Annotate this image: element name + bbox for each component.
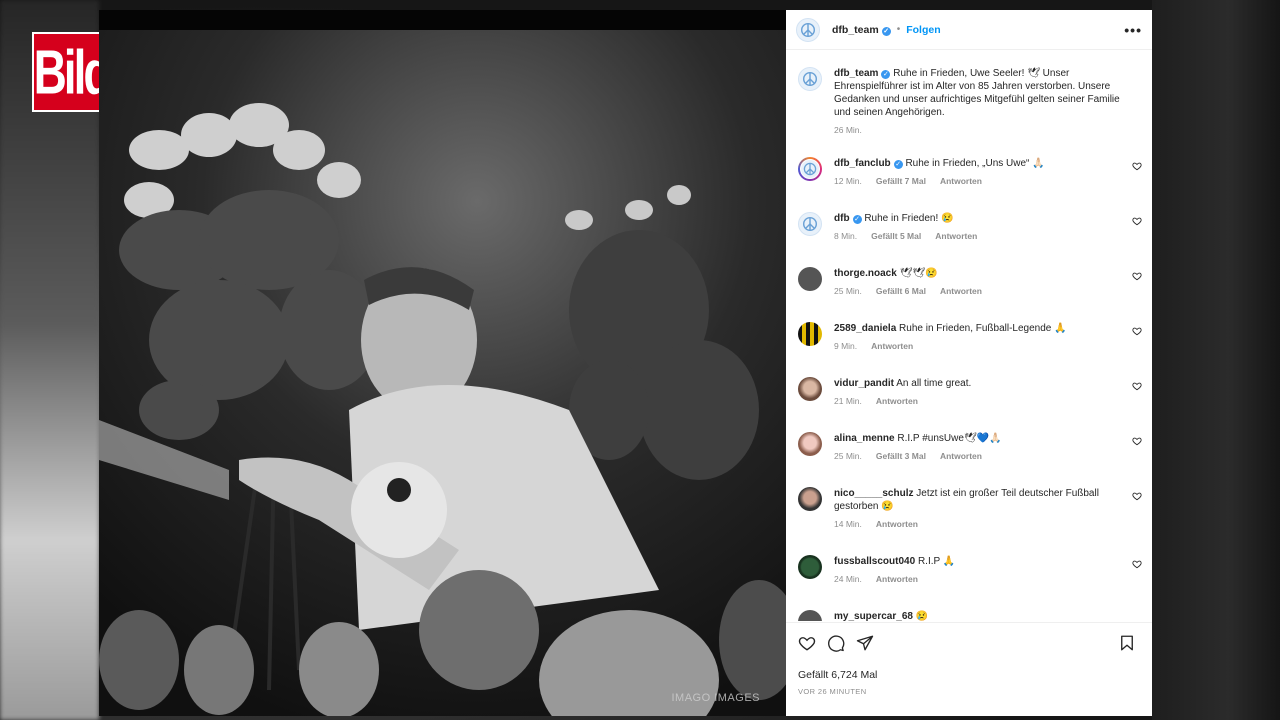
heart-icon[interactable] xyxy=(1132,271,1142,281)
follow-button[interactable]: Folgen xyxy=(906,24,940,36)
action-icon-row xyxy=(798,633,1140,653)
comment-time: 24 Min. xyxy=(834,574,862,584)
separator-dot: • xyxy=(896,24,901,35)
comment-time: 14 Min. xyxy=(834,519,862,529)
comment-item: my_supercar_68 😢 xyxy=(798,610,1142,621)
comment-avatar[interactable] xyxy=(798,322,822,346)
comment-time: 8 Min. xyxy=(834,231,858,241)
post-photo: IMAGO IMAGES xyxy=(99,10,786,716)
bild-logo-text: Bild xyxy=(33,36,112,108)
reply-button[interactable]: Antworten xyxy=(940,451,982,461)
posted-time: VOR 26 MINUTEN xyxy=(798,687,867,696)
comment-text: Ruhe in Frieden! 😢 xyxy=(864,213,954,224)
comment-username[interactable]: thorge.noack xyxy=(834,268,897,279)
comment-avatar[interactable] xyxy=(798,212,822,236)
reply-button[interactable]: Antworten xyxy=(876,574,918,584)
instagram-post-panel: dfb_team ✓ • Folgen ••• dfb_team ✓ Ruhe in… xyxy=(786,10,1152,716)
comment-username[interactable]: alina_menne xyxy=(834,433,895,444)
heart-icon[interactable] xyxy=(1132,161,1142,171)
comment-text: Ruhe in Frieden, Fußball-Legende 🙏 xyxy=(899,323,1067,334)
reply-button[interactable]: Antworten xyxy=(940,286,982,296)
comment-likes[interactable]: Gefällt 3 Mal xyxy=(876,451,926,461)
comment-text: 😢 xyxy=(915,611,929,621)
header-avatar[interactable] xyxy=(796,17,820,42)
reply-button[interactable]: Antworten xyxy=(935,231,977,241)
comment-item: vidur_pandit An all time great. 21 Min. A… xyxy=(798,377,1142,406)
heart-icon[interactable] xyxy=(1132,559,1142,569)
comment-avatar[interactable] xyxy=(798,432,822,456)
comment-time: 9 Min. xyxy=(834,341,858,351)
caption-avatar[interactable] xyxy=(798,67,822,91)
verified-icon: ✓ xyxy=(893,160,903,169)
caption-time: 26 Min. xyxy=(834,125,862,135)
comment-username[interactable]: nico_____schulz xyxy=(834,488,913,499)
comment-avatar[interactable] xyxy=(798,610,822,621)
heart-icon[interactable] xyxy=(1132,491,1142,501)
photo-illustration xyxy=(99,30,786,716)
comment-text: R.I.P #unsUwe🕊💙🙏🏻 xyxy=(897,433,1002,444)
more-options-icon[interactable]: ••• xyxy=(1124,22,1142,38)
comment-text: 🕊🕊😢 xyxy=(899,268,938,279)
peace-icon xyxy=(802,71,818,87)
comment-username[interactable]: 2589_daniela xyxy=(834,323,896,334)
peace-icon xyxy=(800,22,816,37)
comment-avatar[interactable] xyxy=(798,487,822,511)
bookmark-icon[interactable] xyxy=(1118,634,1136,652)
comment-item: 2589_daniela Ruhe in Frieden, Fußball-Le… xyxy=(798,322,1142,351)
comment-item: fussballscout040 R.I.P 🙏 24 Min. Antworte… xyxy=(798,555,1142,584)
verified-icon: ✓ xyxy=(852,215,862,224)
verified-icon: ✓ xyxy=(881,26,891,36)
comment-text: An all time great. xyxy=(896,378,972,389)
comment-username[interactable]: dfb xyxy=(834,213,850,224)
comment-item: thorge.noack 🕊🕊😢 25 Min. Gefällt 6 Mal Ant… xyxy=(798,267,1142,296)
comments-list[interactable]: dfb_team ✓ Ruhe in Frieden, Uwe Seeler! 🕊… xyxy=(786,51,1152,621)
comment-time: 21 Min. xyxy=(834,396,862,406)
comment-avatar[interactable] xyxy=(798,267,822,291)
post-actions: Gefällt 6,724 Mal VOR 26 MINUTEN xyxy=(786,622,1152,716)
heart-icon[interactable] xyxy=(798,634,816,652)
peace-icon xyxy=(803,162,817,176)
share-icon[interactable] xyxy=(856,634,874,652)
reply-button[interactable]: Antworten xyxy=(871,341,913,351)
comment-item: alina_menne R.I.P #unsUwe🕊💙🙏🏻 25 Min. Gef… xyxy=(798,432,1142,461)
comment-avatar[interactable] xyxy=(798,555,822,579)
header-username[interactable]: dfb_team ✓ xyxy=(832,24,891,36)
caption: dfb_team ✓ Ruhe in Frieden, Uwe Seeler! 🕊… xyxy=(798,67,1142,135)
comment-item: dfb_fanclub ✓ Ruhe in Frieden, „Uns Uwe“ … xyxy=(798,157,1142,186)
heart-icon[interactable] xyxy=(1132,436,1142,446)
comment-time: 12 Min. xyxy=(834,176,862,186)
reply-button[interactable]: Antworten xyxy=(876,519,918,529)
reply-button[interactable]: Antworten xyxy=(940,176,982,186)
comment-username[interactable]: fussballscout040 xyxy=(834,556,915,567)
reply-button[interactable]: Antworten xyxy=(876,396,918,406)
background-blur-right xyxy=(1152,0,1280,720)
heart-icon[interactable] xyxy=(1132,326,1142,336)
comment-likes[interactable]: Gefällt 7 Mal xyxy=(876,176,926,186)
post-header: dfb_team ✓ • Folgen ••• xyxy=(786,10,1152,50)
likes-count[interactable]: Gefällt 6,724 Mal xyxy=(798,669,1140,681)
comment-time: 25 Min. xyxy=(834,451,862,461)
comment-avatar[interactable] xyxy=(798,157,822,181)
comment-username[interactable]: vidur_pandit xyxy=(834,378,894,389)
comment-likes[interactable]: Gefällt 5 Mal xyxy=(871,231,921,241)
comment-likes[interactable]: Gefällt 6 Mal xyxy=(876,286,926,296)
caption-username[interactable]: dfb_team xyxy=(834,68,878,79)
photo-top-bar xyxy=(99,10,786,30)
comment-item: nico_____schulz Jetzt ist ein großer Tei… xyxy=(798,487,1142,529)
heart-icon[interactable] xyxy=(1132,381,1142,391)
photo-watermark: IMAGO IMAGES xyxy=(671,692,760,704)
comment-item: dfb ✓ Ruhe in Frieden! 😢 8 Min. Gefällt 5 … xyxy=(798,212,1142,241)
verified-icon: ✓ xyxy=(881,70,891,79)
comment-username[interactable]: my_supercar_68 xyxy=(834,611,913,621)
comment-username[interactable]: dfb_fanclub xyxy=(834,158,891,169)
heart-icon[interactable] xyxy=(1132,216,1142,226)
peace-icon xyxy=(802,216,818,232)
comment-avatar[interactable] xyxy=(798,377,822,401)
comment-icon[interactable] xyxy=(827,634,845,652)
comment-time: 25 Min. xyxy=(834,286,862,296)
comment-text: R.I.P 🙏 xyxy=(917,556,956,567)
comment-text: Ruhe in Frieden, „Uns Uwe“ 🙏🏻 xyxy=(905,158,1045,169)
